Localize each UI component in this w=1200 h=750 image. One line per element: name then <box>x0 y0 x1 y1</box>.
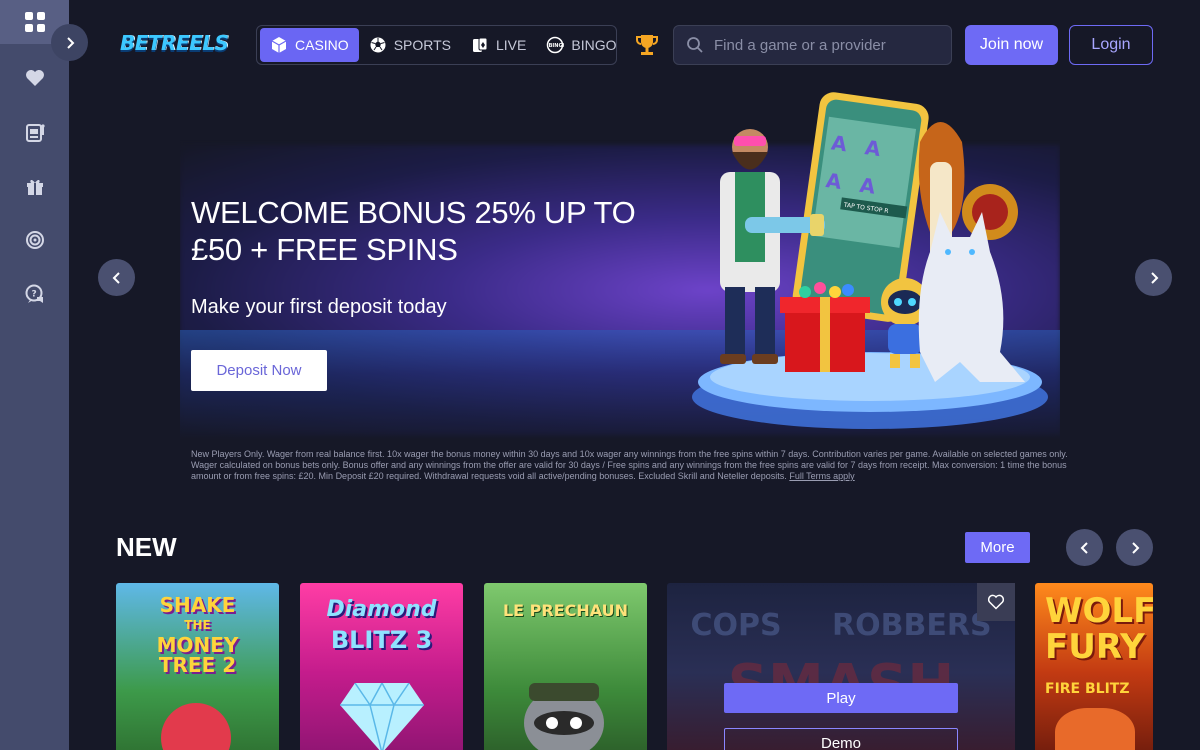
search-input[interactable] <box>714 36 934 54</box>
chevron-right-icon <box>66 36 74 49</box>
search-icon <box>687 37 703 53</box>
game-art-character <box>161 703 231 750</box>
chevron-left-icon <box>112 271 120 284</box>
game-title: SHAKE THE MONEY TREE 2 <box>156 593 239 677</box>
play-button[interactable]: Play <box>724 683 958 713</box>
game-title: COPS ROBBERS <box>690 608 992 643</box>
tab-live-label: LIVE <box>496 37 527 53</box>
cube-icon <box>271 37 287 53</box>
banner-title-line-1: WELCOME BONUS 25% UP TO <box>191 195 636 230</box>
tab-live[interactable]: LIVE <box>461 28 536 62</box>
games-prev-button[interactable] <box>1066 529 1103 566</box>
favourite-button[interactable] <box>977 583 1015 621</box>
target-icon <box>25 231 44 249</box>
banner-prev-button[interactable] <box>98 259 135 296</box>
terms-body: New Players Only. Wager from real balanc… <box>191 449 1068 481</box>
svg-text:?: ? <box>31 290 36 300</box>
more-button[interactable]: More <box>965 532 1030 563</box>
heart-icon <box>25 70 44 86</box>
banner-artwork: A A A A TAP TO STOP R <box>692 92 1048 429</box>
svg-text:BINGO!: BINGO! <box>549 43 564 49</box>
game-title: Diamond BLITZ 3 <box>326 597 437 654</box>
raccoon-icon <box>524 683 604 750</box>
game-title: WOLF FURY <box>1045 591 1153 667</box>
chevron-right-icon <box>1150 271 1158 284</box>
chat-help-icon: ? <box>25 284 43 303</box>
live-cards-icon <box>473 37 488 52</box>
slot-machine-icon <box>25 124 45 142</box>
banner-title: WELCOME BONUS 25% UP TO £50 + FREE SPINS <box>191 194 651 268</box>
bingo-ball-icon: BINGO! <box>547 36 564 54</box>
heart-outline-icon <box>987 594 1005 610</box>
sidebar-item-favourites[interactable] <box>0 56 69 100</box>
gift-icon <box>26 179 43 195</box>
diamond-icon <box>340 683 424 750</box>
sidebar-item-promotions[interactable] <box>0 164 69 208</box>
games-next-button[interactable] <box>1116 529 1153 566</box>
game-title: LE PRECHAUN <box>502 601 629 620</box>
product-tabs: CASINO SPORTS LIVE BINGO! BINGO <box>256 25 617 65</box>
banner-title-line-2: £50 + FREE SPINS <box>191 232 458 267</box>
game-art-wolf <box>1055 708 1135 750</box>
grid-icon <box>24 12 45 32</box>
tab-casino[interactable]: CASINO <box>260 28 359 62</box>
trophy-icon[interactable] <box>636 33 658 57</box>
tab-bingo-label: BINGO <box>571 37 617 53</box>
game-card-le-prechaun[interactable]: LE PRECHAUN <box>484 583 647 750</box>
tab-bingo[interactable]: BINGO! BINGO <box>536 28 626 62</box>
game-card-diamond-blitz[interactable]: Diamond BLITZ 3 <box>300 583 463 750</box>
join-now-button[interactable]: Join now <box>965 25 1058 65</box>
search-box[interactable] <box>673 25 952 65</box>
game-card-wolf-fury[interactable]: WOLF FURY FIRE BLITZ <box>1035 583 1153 750</box>
sidebar-item-tournaments[interactable] <box>0 218 69 262</box>
game-card-shake-the-money-tree[interactable]: SHAKE THE MONEY TREE 2 <box>116 583 279 750</box>
chevron-right-icon <box>1131 541 1139 554</box>
tab-sports-label: SPORTS <box>393 37 451 53</box>
soccer-ball-icon <box>370 37 386 53</box>
banner-next-button[interactable] <box>1135 259 1172 296</box>
sidebar-expand-button[interactable] <box>51 24 88 61</box>
sidebar: ? <box>0 0 69 750</box>
section-title-new: NEW <box>116 532 177 562</box>
terms-text: New Players Only. Wager from real balanc… <box>191 449 1091 482</box>
demo-button[interactable]: Demo <box>724 728 958 750</box>
game-subtitle: FIRE BLITZ <box>1045 681 1130 697</box>
deposit-now-button[interactable]: Deposit Now <box>191 350 327 391</box>
sidebar-item-support[interactable]: ? <box>0 272 69 316</box>
site-logo[interactable]: BETREELS <box>120 31 229 59</box>
banner-subtitle: Make your first deposit today <box>191 296 447 318</box>
chevron-left-icon <box>1080 541 1088 554</box>
tab-sports[interactable]: SPORTS <box>359 28 461 62</box>
game-card-cops-robbers-smash[interactable]: COPS ROBBERS SMASH <box>667 583 1015 750</box>
login-button[interactable]: Login <box>1069 25 1153 65</box>
sidebar-item-slots[interactable] <box>0 110 69 154</box>
full-terms-link[interactable]: Full Terms apply <box>789 471 854 481</box>
tab-casino-label: CASINO <box>295 37 349 53</box>
